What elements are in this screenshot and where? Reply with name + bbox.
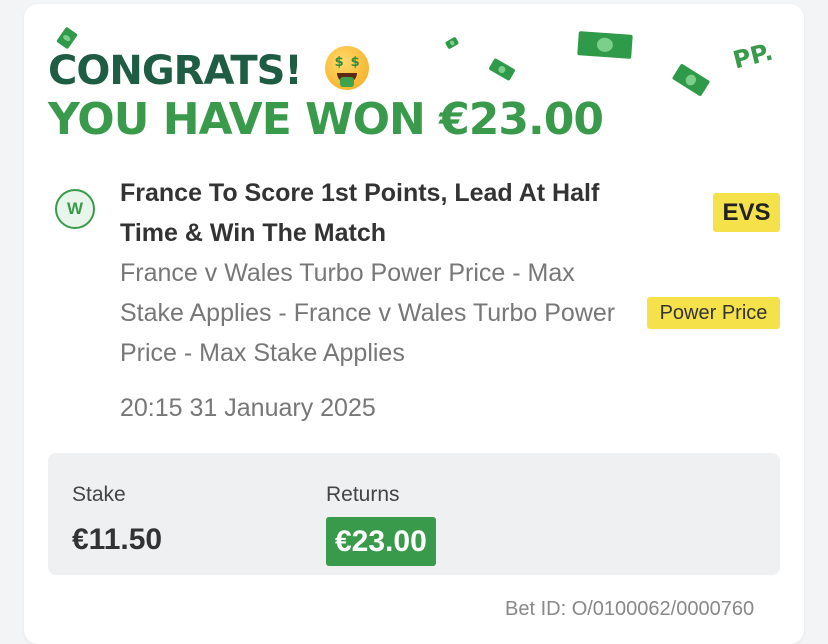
money-mouth-face-icon: $ $ <box>324 46 369 90</box>
odds-badge: EVS <box>713 193 780 232</box>
congrats-text: CONGRATS! <box>48 48 303 94</box>
returns-value: €23.00 <box>326 517 436 566</box>
win-result-badge: W <box>55 189 95 229</box>
bet-market-description: France v Wales Turbo Power Price - Max S… <box>120 259 616 367</box>
won-amount-heading: YOU HAVE WON €23.00 <box>48 94 604 145</box>
returns-label: Returns <box>326 483 400 506</box>
congrats-heading: CONGRATS! $ $ <box>48 46 369 94</box>
stake-value: €11.50 <box>72 523 163 556</box>
money-bill-icon <box>577 31 633 59</box>
bet-summary-panel: Stake Returns €11.50 €23.00 <box>48 453 780 575</box>
power-price-tag: Power Price <box>647 297 780 329</box>
bet-id: Bet ID: O/0100062/0000760 <box>505 598 755 620</box>
stake-label: Stake <box>72 483 126 506</box>
bet-selection-title: France To Score 1st Points, Lead At Half… <box>120 179 600 247</box>
bet-datetime: 20:15 31 January 2025 <box>120 394 376 422</box>
